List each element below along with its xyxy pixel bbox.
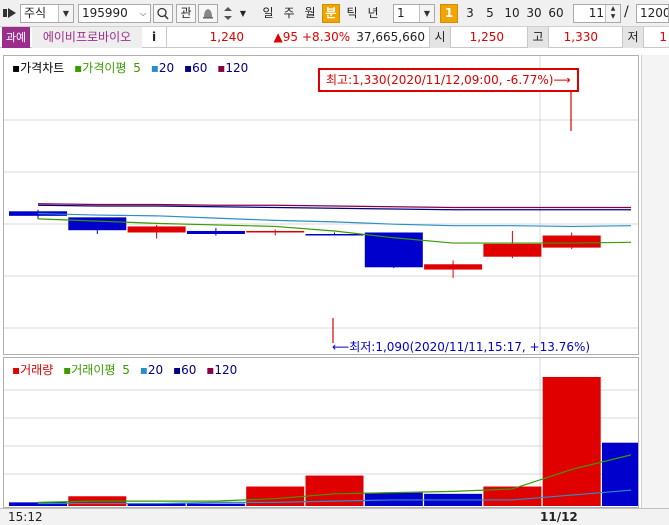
page-input[interactable]: 11 ▲ ▼: [573, 4, 621, 23]
page-input-value: 11: [588, 6, 604, 20]
price-chart-panel[interactable]: ▪가격차트 ▪가격이평 5 ▪20 ▪60 ▪120 최고:1,330(2020…: [3, 55, 639, 355]
market-select[interactable]: 주식 ▼: [20, 4, 74, 23]
interval-5-button[interactable]: 5: [481, 4, 499, 23]
stock-name[interactable]: 에이비프로바이오: [32, 27, 142, 48]
low-value: 1: [659, 30, 667, 44]
price-chart-svg[interactable]: [4, 56, 638, 354]
volume-bar: [542, 376, 601, 506]
volume-bar: [364, 492, 423, 506]
volume-legend: ▪거래량 ▪거래이평 5 ▪20 ▪60 ▪120: [12, 361, 243, 378]
market-select-value: 주식: [24, 6, 47, 20]
interval-3-button[interactable]: 3: [461, 4, 479, 23]
info-button[interactable]: i: [145, 27, 163, 48]
candle-body: [424, 264, 483, 270]
quote-bar: 과예 에이비프로바이오 i 1,240 ▲95 +8.30% 37,665,66…: [0, 27, 669, 48]
low-annotation: ⟵최저:1,090(2020/11/11,15:17, +13.76%): [332, 340, 591, 354]
candle-body: [305, 234, 364, 236]
high-value: 1,330: [563, 30, 598, 44]
candle-body: [246, 230, 305, 233]
slash-label: /: [624, 4, 629, 20]
price-legend: ▪가격차트 ▪가격이평 5 ▪20 ▪60 ▪120: [12, 59, 254, 76]
bell-icon: [203, 9, 213, 19]
open-label: 시: [429, 27, 451, 48]
search-button[interactable]: [153, 4, 173, 23]
volume-chart-svg[interactable]: [4, 358, 638, 507]
tab-minute[interactable]: 분: [322, 4, 340, 23]
time-axis: 15:12 11/12: [0, 508, 669, 525]
price-legend-ma60: ▪60: [184, 61, 208, 75]
tab-day[interactable]: 일: [259, 4, 277, 23]
interval-10-button[interactable]: 10: [501, 4, 523, 23]
panel-toggle-icon[interactable]: [3, 6, 17, 20]
candle-body: [186, 230, 245, 234]
price-legend-ma120: ▪120: [217, 61, 249, 75]
stepper-icon[interactable]: ▲ ▼: [605, 5, 620, 22]
volume-legend-ma-title: ▪거래이평 5: [63, 363, 130, 377]
tab-week[interactable]: 주: [280, 4, 298, 23]
trade-volume: 37,665,660: [356, 30, 425, 44]
interval-60-button[interactable]: 60: [545, 4, 567, 23]
chevron-down-icon[interactable]: ▼: [58, 5, 73, 22]
volume-legend-ma60: ▪60: [172, 363, 197, 377]
search-icon: [157, 7, 169, 20]
price-legend-title: ▪가격차트: [12, 61, 65, 75]
candle-body: [68, 217, 127, 231]
interval-1-button[interactable]: 1: [440, 4, 458, 23]
time-label-left: 15:12: [8, 510, 43, 524]
tab-year[interactable]: 년: [364, 4, 382, 23]
chevron-down-icon[interactable]: ⌵: [136, 5, 150, 22]
volume-chart-panel[interactable]: ▪거래량 ▪거래이평 5 ▪20 ▪60 ▪120: [3, 357, 639, 508]
low-label: 저: [622, 27, 644, 48]
price-change: ▲95: [273, 30, 299, 44]
tab-month[interactable]: 월: [301, 4, 319, 23]
chart-toolbar: 주식 ▼ 195990 ⌵ 관 ▼ 일 주 월 분 틱 년 1 ▼ 1 3 5 …: [0, 0, 669, 27]
stock-code-input[interactable]: 195990 ⌵: [78, 4, 151, 23]
stock-code-value: 195990: [82, 6, 128, 20]
link-button[interactable]: [198, 4, 218, 23]
open-value: 1,250: [469, 30, 504, 44]
high-label: 고: [527, 27, 549, 48]
y-axis-gutter[interactable]: [641, 55, 669, 508]
candle-body: [483, 243, 542, 257]
candle-body: [127, 226, 186, 233]
price-legend-ma-title: ▪가격이평 5: [74, 61, 141, 75]
volume-bar: [602, 442, 638, 506]
time-label-date: 11/12: [540, 510, 578, 524]
count-input-value: 1200: [640, 6, 669, 20]
ma-line-20: [37, 212, 632, 228]
market-tag: 과예: [2, 27, 30, 48]
watch-button[interactable]: 관: [176, 4, 196, 23]
change-rate: +8.30%: [302, 30, 351, 44]
chevron-down-icon[interactable]: ▼: [419, 5, 434, 22]
volume-bar: [246, 486, 305, 506]
volume-legend-title: ▪거래량: [12, 363, 54, 377]
candle-body: [542, 235, 601, 248]
stepper[interactable]: [221, 4, 235, 23]
tab-tick[interactable]: 틱: [343, 4, 361, 23]
interval-30-button[interactable]: 30: [523, 4, 545, 23]
ma-line-5: [37, 218, 632, 244]
high-annotation: 최고:1,330(2020/11/12,09:00, -6.77%)⟶: [318, 68, 579, 92]
chevron-down-icon[interactable]: ▼: [237, 4, 249, 23]
volume-bar: [186, 503, 245, 506]
price-legend-ma20: ▪20: [150, 61, 175, 75]
interval-select[interactable]: 1 ▼: [393, 4, 435, 23]
volume-bar: [9, 502, 67, 506]
volume-legend-ma120: ▪120: [206, 363, 238, 377]
volume-legend-ma20: ▪20: [139, 363, 164, 377]
current-price: 1,240: [166, 27, 248, 48]
interval-select-value: 1: [397, 6, 405, 20]
count-input[interactable]: 1200: [636, 4, 669, 23]
